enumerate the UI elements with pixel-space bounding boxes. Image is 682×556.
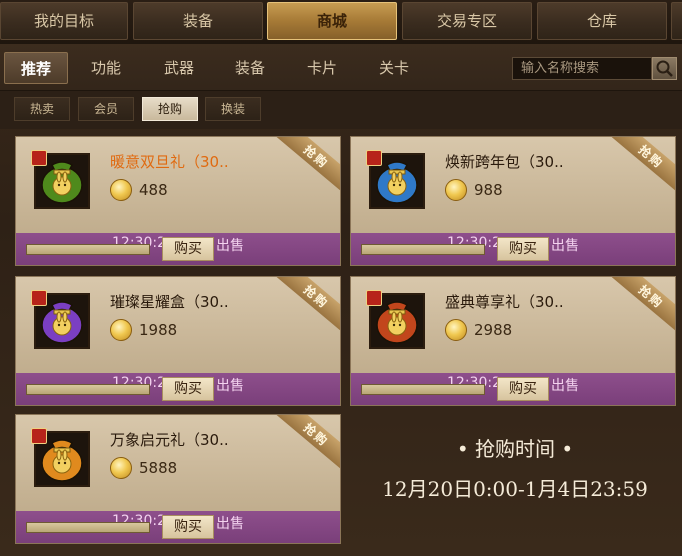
product-price: 5888: [139, 459, 178, 477]
subtab-member[interactable]: 会员: [78, 97, 134, 121]
event-period: 12月20日0:00-1月4日23:59: [382, 477, 648, 501]
product-price: 1988: [139, 321, 178, 339]
category-equipment[interactable]: 装备: [222, 52, 278, 84]
hot-badge: [366, 290, 382, 306]
sub-tab-bar: 热卖 会员 抢购 换装: [0, 91, 682, 129]
sale-progress: [361, 244, 485, 255]
sale-status: 出售: [216, 238, 244, 254]
sale-progress: [26, 522, 150, 533]
flash-sale-ribbon: 抢购: [271, 137, 340, 197]
buy-button[interactable]: 购买: [162, 377, 214, 401]
flash-sale-ribbon: 抢购: [606, 137, 675, 197]
product-price: 2988: [474, 321, 513, 339]
tab-overflow[interactable]: [671, 2, 682, 40]
sale-status: 出售: [551, 238, 579, 254]
buy-button[interactable]: 购买: [497, 377, 549, 401]
subtab-flash-sale[interactable]: 抢购: [142, 97, 198, 121]
product-card-1[interactable]: 暖意双旦礼（30.. 488 抢购 12:30:2 购买 出售: [15, 136, 341, 266]
product-price: 988: [474, 181, 503, 199]
search-button[interactable]: [652, 57, 677, 80]
blue-gift-bag-icon: [366, 150, 425, 209]
coin-icon: [110, 457, 132, 479]
buy-button[interactable]: 购买: [162, 237, 214, 261]
sale-progress: [26, 244, 150, 255]
product-name: 盛典尊享礼（30..: [445, 293, 564, 311]
sale-progress: [26, 384, 150, 395]
product-card-2[interactable]: 焕新跨年包（30.. 988 抢购 12:30:2 购买 出售: [350, 136, 676, 266]
buy-button[interactable]: 购买: [162, 515, 214, 539]
tab-warehouse[interactable]: 仓库: [537, 2, 667, 40]
sale-bar: 12:30:2 购买 出售: [16, 511, 340, 543]
sale-status: 出售: [216, 378, 244, 394]
category-card[interactable]: 卡片: [294, 52, 350, 84]
red-gift-bag-icon: [366, 290, 425, 349]
coin-icon: [445, 319, 467, 341]
coin-icon: [110, 179, 132, 201]
subtab-outfit[interactable]: 换装: [205, 97, 261, 121]
event-time-panel: • 抢购时间 • 12月20日0:00-1月4日23:59: [352, 413, 678, 543]
product-card-3[interactable]: 璀璨星耀盒（30.. 1988 抢购 12:30:2 购买 出售: [15, 276, 341, 406]
buy-button[interactable]: 购买: [497, 237, 549, 261]
product-name: 暖意双旦礼（30..: [110, 153, 229, 171]
product-card-5[interactable]: 万象启元礼（30.. 5888 抢购 12:30:2 购买 出售: [15, 414, 341, 544]
search-input[interactable]: 输入名称搜索: [512, 57, 652, 80]
flash-sale-ribbon: 抢购: [271, 277, 340, 337]
sale-status: 出售: [216, 516, 244, 532]
purple-gift-bag-icon: [31, 290, 90, 349]
sale-status: 出售: [551, 378, 579, 394]
sale-bar: 12:30:2 购买 出售: [16, 373, 340, 405]
hot-badge: [31, 290, 47, 306]
product-name: 璀璨星耀盒（30..: [110, 293, 229, 311]
category-weapon[interactable]: 武器: [151, 52, 207, 84]
subtab-hot[interactable]: 热卖: [14, 97, 70, 121]
product-card-4[interactable]: 盛典尊享礼（30.. 2988 抢购 12:30:2 购买 出售: [350, 276, 676, 406]
hot-badge: [366, 150, 382, 166]
sale-bar: 12:30:2 购买 出售: [16, 233, 340, 265]
event-title: • 抢购时间 •: [456, 437, 574, 461]
coin-icon: [445, 179, 467, 201]
tab-trade-zone[interactable]: 交易专区: [402, 2, 532, 40]
tab-shop[interactable]: 商城: [267, 2, 397, 40]
product-name: 万象启元礼（30..: [110, 431, 229, 449]
hot-badge: [31, 428, 47, 444]
sale-progress: [361, 384, 485, 395]
product-name: 焕新跨年包（30..: [445, 153, 564, 171]
green-gift-bag-icon: [31, 150, 90, 209]
flash-sale-ribbon: 抢购: [606, 277, 675, 337]
category-recommend[interactable]: 推荐: [4, 52, 68, 84]
gold-gift-bag-icon: [31, 428, 90, 487]
sale-bar: 12:30:2 购买 出售: [351, 233, 675, 265]
category-stage[interactable]: 关卡: [366, 52, 422, 84]
category-function[interactable]: 功能: [78, 52, 134, 84]
tab-my-goals[interactable]: 我的目标: [0, 2, 128, 40]
flash-sale-ribbon: 抢购: [271, 415, 340, 475]
product-price: 488: [139, 181, 168, 199]
sale-bar: 12:30:2 购买 出售: [351, 373, 675, 405]
coin-icon: [110, 319, 132, 341]
hot-badge: [31, 150, 47, 166]
search-icon: [656, 60, 673, 77]
top-tab-bar: 我的目标 装备 商城 交易专区 仓库: [0, 0, 682, 44]
tab-equipment[interactable]: 装备: [133, 2, 263, 40]
